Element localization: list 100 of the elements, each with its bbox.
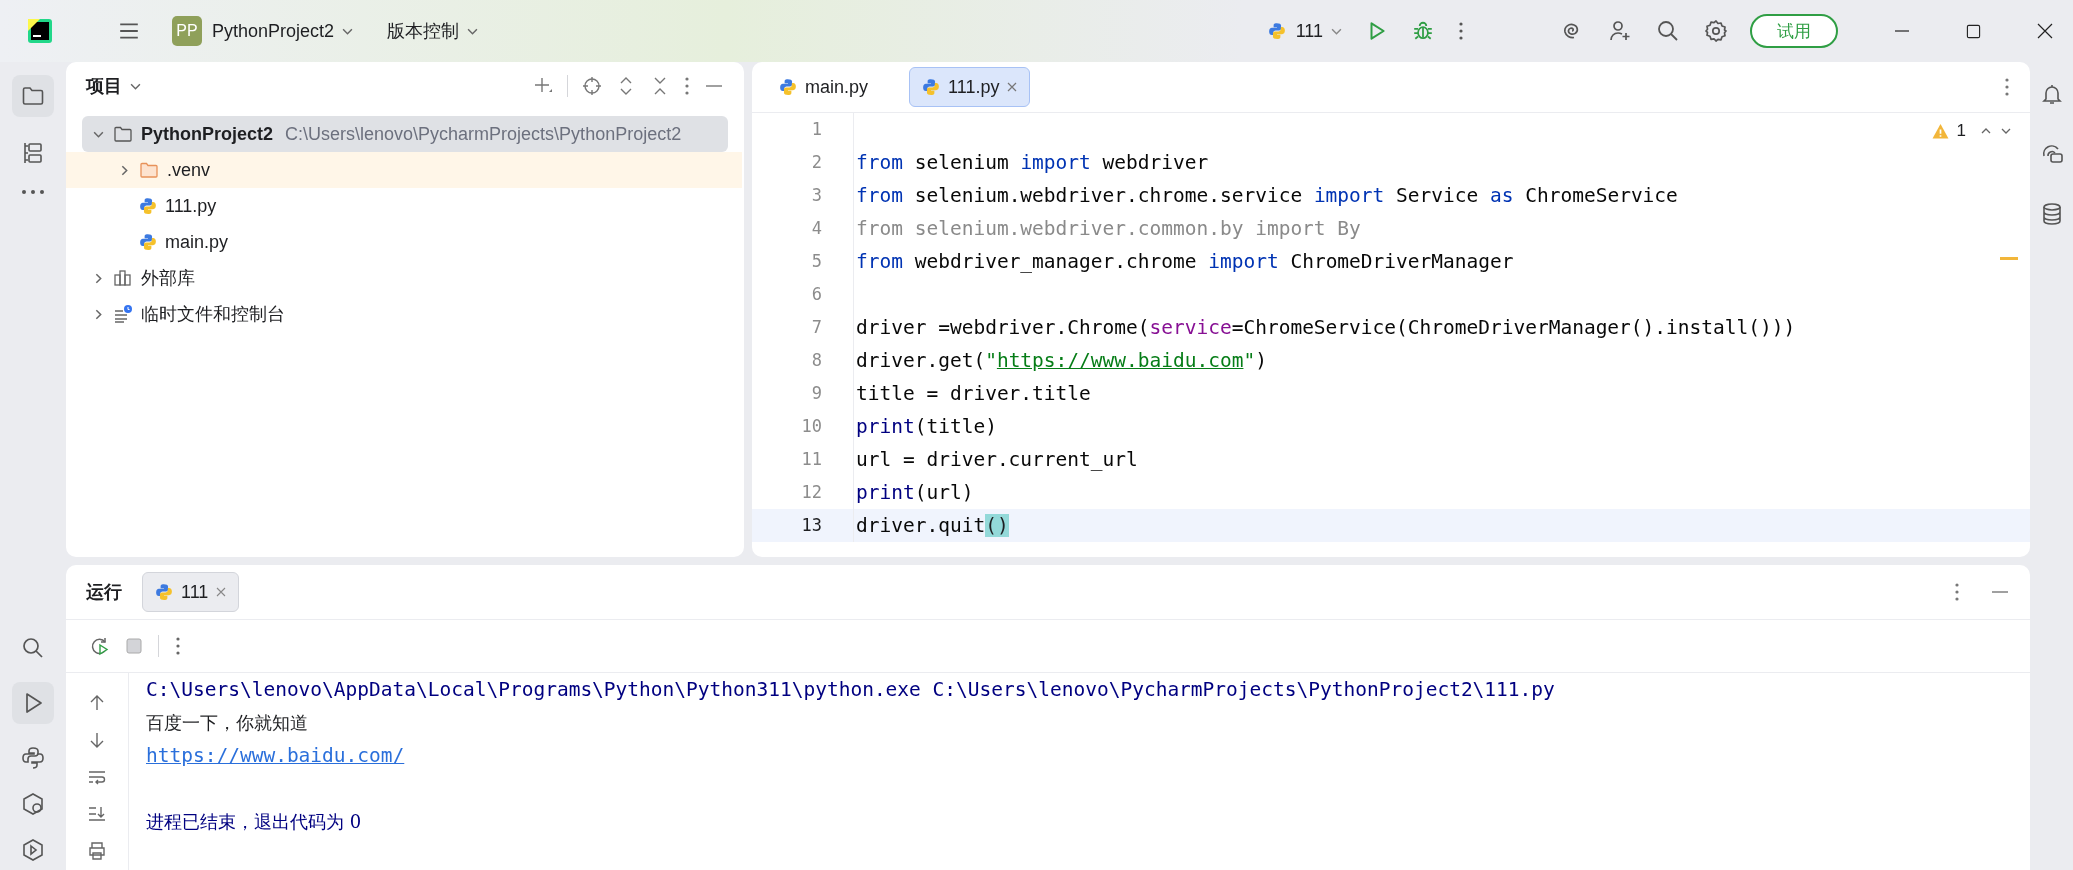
close-icon[interactable] — [2037, 23, 2053, 39]
line-number: 1 — [752, 113, 854, 146]
code-token: import — [1208, 250, 1279, 273]
line-number: 5 — [752, 245, 854, 278]
editor-tab[interactable]: main.py — [766, 67, 882, 107]
code-token: (url) — [914, 481, 974, 504]
line-number: 4 — [752, 212, 854, 245]
tree-item[interactable]: .venv — [66, 152, 742, 188]
code-token: driver =webdriver.Chrome( — [856, 316, 1150, 339]
code-token: ChromeService — [1524, 184, 1678, 207]
code-token: ChromeDriverManager — [1289, 250, 1514, 273]
tree-item-label: 外部库 — [141, 267, 195, 290]
search-icon[interactable] — [1656, 19, 1680, 43]
folder-icon — [21, 84, 45, 108]
code-token: url = driver.current_url — [856, 448, 1138, 471]
scroll-end-icon[interactable] — [87, 804, 107, 824]
line-number: 9 — [752, 377, 854, 410]
tree-item-label: PythonProject2 — [141, 123, 274, 145]
project-tool-button[interactable] — [12, 75, 54, 117]
project-name[interactable]: PythonProject2 — [212, 20, 335, 42]
more-icon[interactable] — [21, 189, 45, 195]
tree-item-label: main.py — [165, 231, 229, 253]
code-token: https://www.baidu.com — [996, 349, 1244, 372]
run-configuration[interactable]: 111 — [1295, 20, 1323, 42]
tree-item[interactable]: 外部库 — [66, 260, 742, 296]
line-number: 6 — [752, 278, 854, 311]
code-token: from selenium.webdriver.common.by import By — [856, 217, 1361, 240]
line-number: 8 — [752, 344, 854, 377]
code-token: =ChromeService(ChromeDriverManager().install())) — [1231, 316, 1796, 339]
tree-item[interactable]: 111.py — [66, 188, 742, 224]
code-token: driver.get( — [856, 349, 986, 372]
scratches-icon — [113, 304, 133, 324]
trial-button[interactable]: 试用 — [1750, 14, 1838, 48]
services-icon[interactable] — [21, 838, 45, 862]
add-user-icon[interactable] — [1608, 19, 1632, 43]
line-number: 3 — [752, 179, 854, 212]
console-line: 百度一下，你就知道 — [146, 711, 309, 735]
code-token: (title) — [914, 415, 997, 438]
line-number: 10 — [752, 410, 854, 443]
warning-count[interactable]: 1 — [1956, 121, 1966, 141]
line-number: 11 — [752, 443, 854, 476]
code-token: " — [1243, 349, 1256, 372]
python-icon — [922, 78, 941, 96]
structure-icon[interactable] — [21, 141, 45, 165]
python-console-icon[interactable] — [21, 746, 45, 770]
print-icon[interactable] — [87, 841, 107, 861]
tree-item-label: 临时文件和控制台 — [141, 303, 285, 326]
console-line: C:\Users\lenovo\AppData\Local\Programs\Python\Python311\python.exe C:\Users\lenovo\PycharmProjects\PythonProject2\111.py — [146, 677, 1555, 703]
tree-item[interactable]: main.py — [66, 224, 742, 260]
panel-title[interactable]: 项目 — [86, 74, 122, 98]
line-number: 2 — [752, 146, 854, 179]
code-token: selenium — [913, 151, 1010, 174]
more-icon[interactable] — [1954, 582, 1960, 602]
python-icon — [155, 583, 173, 601]
library-icon — [113, 268, 133, 288]
tree-item[interactable]: PythonProject2 C:\Users\lenovo\PycharmProjects\PythonProject2 — [82, 116, 728, 152]
code-token: webdriver_manager.chrome — [913, 250, 1198, 273]
bug-icon[interactable] — [1412, 20, 1434, 42]
python-icon — [1267, 22, 1286, 40]
code-token: ) — [1255, 349, 1267, 372]
code-token: import — [1020, 151, 1091, 174]
code-token: from — [856, 184, 903, 207]
line-number: 7 — [752, 311, 854, 344]
packages-icon[interactable] — [21, 792, 45, 816]
tree-item-label: 111.py — [165, 195, 217, 217]
target-icon[interactable] — [582, 76, 602, 96]
more-icon[interactable] — [684, 76, 690, 96]
more-icon[interactable] — [175, 636, 181, 656]
search-icon[interactable] — [21, 636, 45, 660]
settings-icon[interactable] — [1704, 19, 1728, 43]
code-token: title = driver.title — [856, 382, 1091, 405]
vcs-menu[interactable]: 版本控制 — [387, 19, 460, 43]
code-token: selenium.webdriver.chrome.service — [913, 184, 1304, 207]
rerun-icon[interactable] — [90, 636, 110, 656]
python-icon — [139, 197, 157, 215]
code-token: () — [985, 514, 1009, 537]
editor-tab[interactable]: 111.py — [909, 67, 1031, 107]
run-tab[interactable]: 111 — [142, 572, 240, 612]
console-line: 进程已结束，退出代码为 0 — [146, 810, 363, 834]
tree-item-label: .venv — [167, 159, 211, 181]
project-path: C:\Users\lenovo\PycharmProjects\PythonProject2 — [285, 123, 682, 145]
app-logo-icon[interactable] — [28, 19, 52, 43]
tree-item[interactable]: 临时文件和控制台 — [66, 296, 742, 332]
code-token: as — [1490, 184, 1514, 207]
code-token: driver.quit — [856, 514, 986, 537]
maximize-icon[interactable] — [1966, 23, 1981, 39]
project-badge: PP — [172, 16, 202, 46]
notifications-icon[interactable] — [2039, 82, 2064, 106]
more-icon[interactable] — [1458, 21, 1464, 41]
code-token: import — [1313, 184, 1385, 207]
folder-icon — [113, 124, 133, 144]
code-token: from — [856, 151, 903, 174]
code-token: from — [856, 250, 903, 273]
more-icon[interactable] — [2004, 77, 2010, 97]
code-token: " — [985, 349, 997, 372]
panel-title[interactable]: 运行 — [86, 580, 122, 604]
code-token: print — [856, 415, 915, 438]
code-token: print — [856, 481, 915, 504]
console-link[interactable]: https://www.baidu.com/ — [146, 739, 1555, 772]
run-tool-button[interactable] — [12, 682, 54, 724]
